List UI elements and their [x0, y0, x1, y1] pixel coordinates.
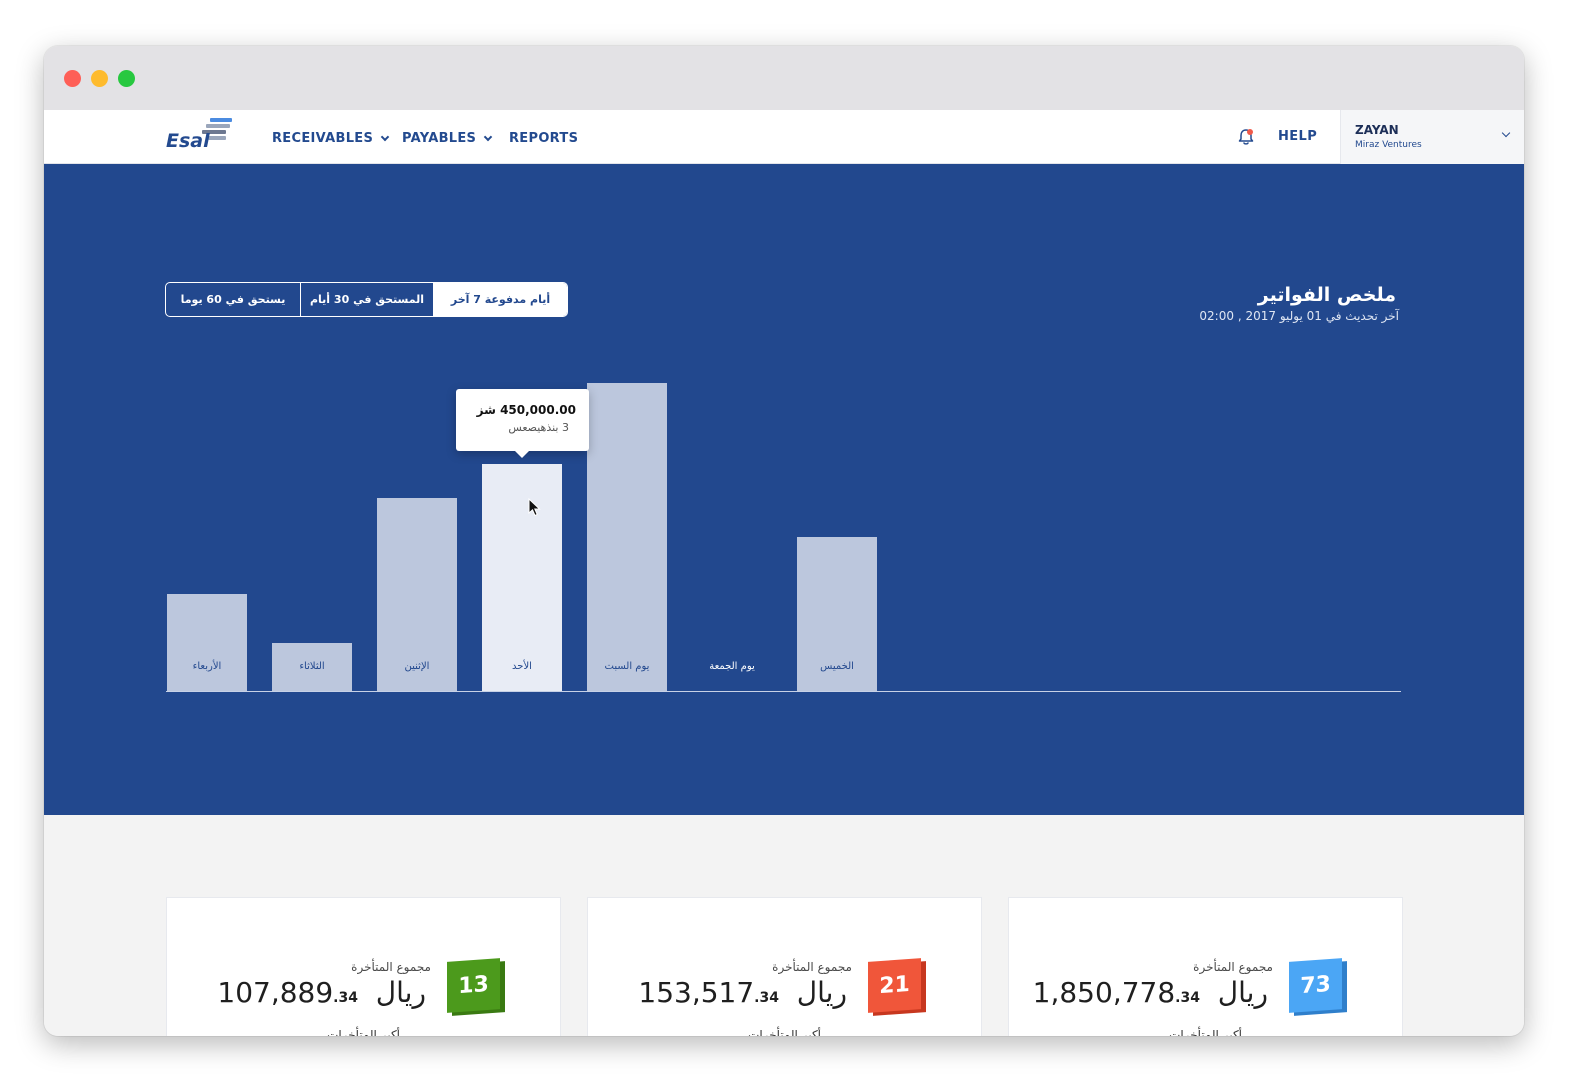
bell-icon[interactable] — [1236, 127, 1256, 147]
top-navbar: Esal RECEIVABLES PAYABLES REPORTS HELP Z… — [44, 110, 1524, 164]
notification-dot — [1247, 129, 1253, 135]
chart-category-label: الأربعاء — [192, 661, 222, 672]
logo-text: Esal — [166, 130, 210, 152]
card-footer: أكبر المتأخرات — [327, 1028, 400, 1036]
chart-bar[interactable] — [167, 594, 247, 691]
page-title: ملخص الفواتير — [1257, 284, 1396, 306]
maximize-window-button[interactable] — [118, 70, 135, 87]
tab-due-30-days[interactable]: المستحق في 30 أيام — [300, 283, 433, 316]
card-amount: ريال 153,517.34 — [638, 976, 847, 1009]
count-badge: 13 — [447, 958, 500, 1013]
card-label: مجموع المتأخرة — [351, 960, 431, 974]
overdue-card[interactable]: 73 مجموع المتأخرة ريال 1,850,778.34 أكبر… — [1008, 897, 1403, 1036]
help-link[interactable]: HELP — [1278, 129, 1317, 144]
chart-bar[interactable] — [482, 464, 562, 691]
nav-receivables-label: RECEIVABLES — [272, 131, 374, 146]
chart-category-label: الخميس — [820, 661, 854, 672]
tab-due-60-days[interactable]: يستحق في 60 يوما — [166, 283, 300, 316]
title-bar — [44, 46, 1524, 110]
chart-category-label: الإثنين — [404, 661, 430, 672]
card-label: مجموع المتأخرة — [1193, 960, 1273, 974]
chart-category-label: الثلاثاء — [299, 661, 325, 672]
last-updated-text: آخر تحديث في 01 يوليو 2017 , 02:00 — [1199, 309, 1399, 323]
browser-window: Esal RECEIVABLES PAYABLES REPORTS HELP Z… — [44, 46, 1524, 1036]
overdue-card[interactable]: 21 مجموع المتأخرة ريال 153,517.34 أكبر ا… — [587, 897, 982, 1036]
tab-paid-last-7-days[interactable]: أيام مدفوعة 7 آخر — [433, 283, 567, 316]
tooltip-count: 3 بنذهيصعس — [508, 421, 569, 434]
bar-tooltip: 450,000.00 شز 3 بنذهيصعس — [456, 389, 589, 458]
chevron-down-icon — [483, 132, 493, 141]
chevron-down-icon — [1501, 128, 1511, 138]
x-axis-line — [166, 691, 1401, 692]
nav-reports-label: REPORTS — [509, 131, 579, 146]
chevron-down-icon — [380, 132, 390, 141]
mouse-cursor-icon — [528, 498, 541, 517]
nav-reports[interactable]: REPORTS — [509, 131, 578, 146]
card-amount: ريال 107,889.34 — [217, 976, 426, 1009]
card-amount: ريال 1,850,778.34 — [1032, 976, 1268, 1009]
chart-bar[interactable] — [587, 383, 667, 691]
overdue-card[interactable]: 13 مجموع المتأخرة ريال 107,889.34 أكبر ا… — [166, 897, 561, 1036]
count-badge: 21 — [868, 958, 921, 1013]
card-footer: أكبر المتأخرات — [1169, 1028, 1242, 1036]
chart-category-label: الأحد — [512, 661, 532, 672]
period-segmented-control: يستحق في 60 يوما المستحق في 30 أيام أيام… — [165, 282, 568, 317]
nav-receivables[interactable]: RECEIVABLES — [272, 131, 390, 146]
count-badge: 73 — [1289, 958, 1342, 1013]
tooltip-value: 450,000.00 شز — [476, 403, 576, 417]
user-menu[interactable]: ZAYAN Miraz Ventures — [1340, 110, 1524, 164]
chart-category-label: يوم السبت — [604, 661, 650, 672]
chart-category-label: يوم الجمعة — [709, 661, 755, 672]
close-window-button[interactable] — [64, 70, 81, 87]
user-org: Miraz Ventures — [1355, 140, 1422, 150]
minimize-window-button[interactable] — [91, 70, 108, 87]
esal-logo[interactable]: Esal — [166, 116, 236, 156]
nav-payables-label: PAYABLES — [402, 131, 477, 146]
invoice-summary-panel: ملخص الفواتير آخر تحديث في 01 يوليو 2017… — [44, 164, 1524, 815]
card-footer: أكبر المتأخرات — [748, 1028, 821, 1036]
card-label: مجموع المتأخرة — [772, 960, 852, 974]
user-name: ZAYAN — [1355, 123, 1399, 137]
nav-payables[interactable]: PAYABLES — [402, 131, 493, 146]
overdue-cards-section: 13 مجموع المتأخرة ريال 107,889.34 أكبر ا… — [44, 815, 1524, 1036]
